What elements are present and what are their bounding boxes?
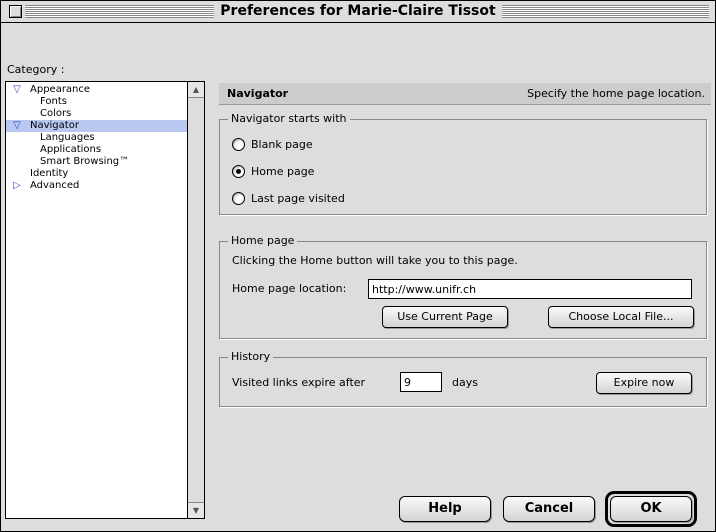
category-item-smart-browsing[interactable]: Smart Browsing™ <box>6 156 188 168</box>
home-page-location-input[interactable] <box>368 279 692 299</box>
category-label: Category : <box>7 63 65 76</box>
home-page-legend: Home page <box>228 234 298 247</box>
category-item-label: Applications <box>40 144 102 155</box>
radio-button-icon[interactable] <box>232 191 245 205</box>
choose-local-file-button[interactable]: Choose Local File... <box>548 306 694 328</box>
category-item-label: Languages <box>40 132 95 143</box>
category-item-fonts[interactable]: Fonts <box>6 96 188 108</box>
category-item-label: Identity <box>30 168 69 179</box>
radio-blank-page[interactable]: Blank page <box>232 136 313 152</box>
category-scrollbar[interactable]: ▲ ▼ <box>187 82 204 518</box>
radio-blank-page-label: Blank page <box>251 137 313 151</box>
category-list-items: ▽ Appearance Fonts Colors ▽ Navigator Language… <box>6 82 188 518</box>
category-list[interactable]: ▽ Appearance Fonts Colors ▽ Navigator Language… <box>5 81 205 519</box>
history-group: History Visited links expire after days … <box>219 350 707 407</box>
category-item-advanced[interactable]: ▷ Advanced <box>6 180 188 192</box>
category-item-colors[interactable]: Colors <box>6 108 188 120</box>
category-item-appearance[interactable]: ▽ Appearance <box>6 84 188 96</box>
home-page-location-label: Home page location: <box>232 282 347 295</box>
panel-header: Navigator Specify the home page location… <box>219 83 711 105</box>
radio-last-page-label: Last page visited <box>251 191 345 205</box>
expire-now-button[interactable]: Expire now <box>596 372 692 394</box>
use-current-page-button[interactable]: Use Current Page <box>382 306 508 328</box>
collapsed-triangle-icon[interactable]: ▷ <box>10 180 24 192</box>
preferences-window: Preferences for Marie-Claire Tissot Cate… <box>0 0 716 532</box>
starts-with-legend: Navigator starts with <box>228 112 350 125</box>
panel-title: Navigator <box>227 87 289 100</box>
home-page-info: Clicking the Home button will take you t… <box>232 254 518 267</box>
expanded-triangle-icon[interactable]: ▽ <box>10 84 24 96</box>
close-box-icon[interactable] <box>9 5 22 18</box>
cancel-button[interactable]: Cancel <box>503 496 595 522</box>
category-item-label: Appearance <box>30 84 91 95</box>
expire-label: Visited links expire after <box>232 376 366 389</box>
category-item-navigator[interactable]: ▽ Navigator <box>6 120 188 132</box>
help-button[interactable]: Help <box>399 496 491 522</box>
home-page-group: Home page Clicking the Home button will … <box>219 234 707 339</box>
radio-home-page[interactable]: Home page <box>232 163 314 179</box>
expanded-triangle-icon[interactable]: ▽ <box>10 120 24 132</box>
history-legend: History <box>228 350 274 363</box>
radio-home-page-label: Home page <box>251 164 315 178</box>
starts-with-group: Navigator starts with Blank page Home pa… <box>219 112 707 215</box>
window-title: Preferences for Marie-Claire Tissot <box>214 3 502 19</box>
expire-days-input[interactable] <box>400 372 442 392</box>
category-item-label: Advanced <box>30 180 80 191</box>
scroll-down-arrow-icon[interactable]: ▼ <box>188 502 204 518</box>
category-item-languages[interactable]: Languages <box>6 132 188 144</box>
category-item-label: Fonts <box>40 96 67 107</box>
ok-button[interactable]: OK <box>610 496 692 522</box>
category-item-identity[interactable]: Identity <box>6 168 188 180</box>
category-item-applications[interactable]: Applications <box>6 144 188 156</box>
days-label: days <box>452 376 478 389</box>
category-item-label: Navigator <box>30 120 79 131</box>
title-bar[interactable]: Preferences for Marie-Claire Tissot <box>1 1 715 23</box>
category-item-label: Smart Browsing™ <box>40 156 130 167</box>
panel-description: Specify the home page location. <box>527 87 705 100</box>
radio-button-icon[interactable] <box>232 137 245 151</box>
radio-button-checked-icon[interactable] <box>232 164 245 178</box>
category-item-label: Colors <box>40 108 72 119</box>
radio-last-page[interactable]: Last page visited <box>232 190 345 206</box>
scroll-up-arrow-icon[interactable]: ▲ <box>188 82 204 98</box>
